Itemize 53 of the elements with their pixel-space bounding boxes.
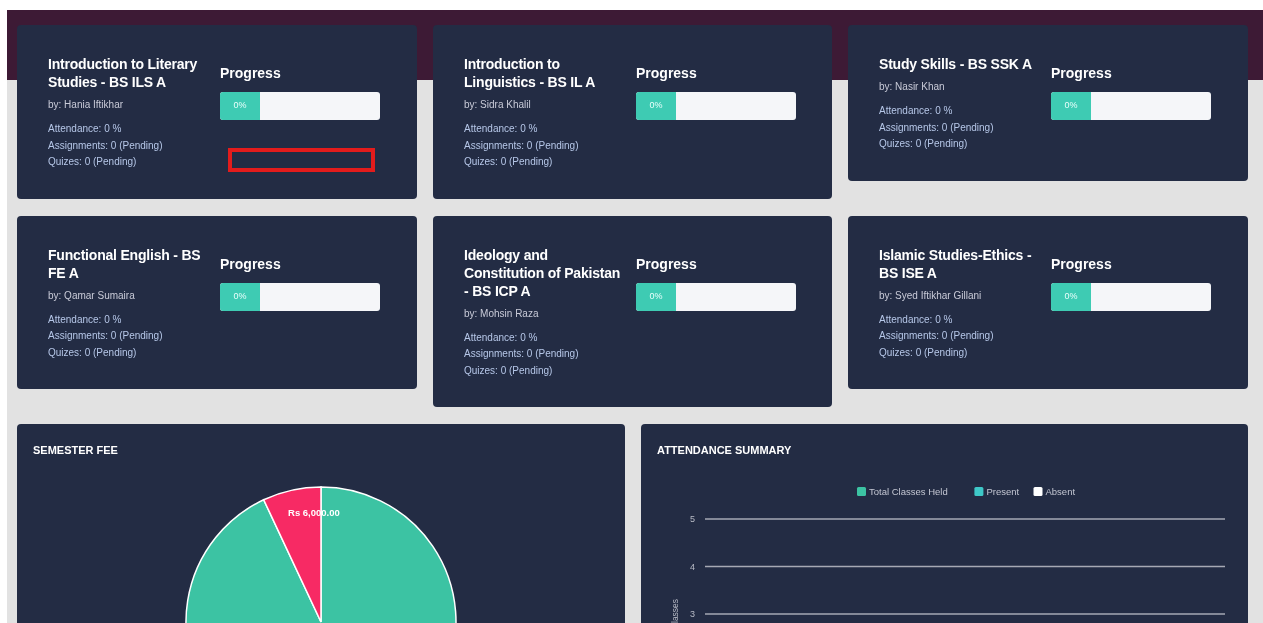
progress-label: Progress	[636, 254, 698, 274]
quizzes-text: Quizes: 0 (Pending)	[464, 155, 554, 169]
y-tick-label: 5	[690, 513, 695, 524]
teacher-name: by: Qamar Sumaira	[48, 288, 136, 303]
assignments-text: Assignments: 0 (Pending)	[48, 329, 164, 343]
attendance-text: Attendance: 0 %	[879, 104, 954, 118]
course-title: Functional English - BS FE A	[48, 245, 202, 282]
legend-label: Present	[986, 485, 1020, 497]
course-title: Islamic Studies-Ethics - BS ISE A	[879, 245, 1033, 282]
assignments-text: Assignments: 0 (Pending)	[48, 138, 164, 153]
assignments-text: Assignments: 0 (Pending)	[879, 329, 995, 343]
assignments-text: Assignments: 0 (Pending)	[879, 120, 995, 135]
quizzes-text: Quizes: 0 (Pending)	[48, 345, 138, 360]
assignments-text: Assignments: 0 (Pending)	[464, 347, 580, 361]
progress-fill: 0%	[1051, 282, 1091, 311]
progress-fill: 0%	[1051, 92, 1091, 120]
legend-item[interactable]: Present	[974, 485, 1020, 497]
progress-label: Progress	[636, 64, 698, 83]
panel-title: SEMESTER FEE	[33, 443, 119, 458]
progress-fill: 0%	[220, 92, 260, 120]
quizzes-text: Quizes: 0 (Pending)	[879, 345, 969, 360]
quizzes-text: Quizes: 0 (Pending)	[879, 137, 969, 151]
legend-item[interactable]: Absent	[1033, 485, 1076, 497]
quizzes-text: Quizes: 0 (Pending)	[48, 155, 138, 169]
teacher-name: by: Hania Iftikhar	[48, 98, 125, 112]
course-title: Study Skills - BS SSK A	[879, 55, 1033, 73]
progress-label: Progress	[220, 64, 282, 83]
progress-label: Progress	[1051, 254, 1113, 274]
teacher-name: by: Nasir Khan	[879, 80, 946, 94]
course-title: Introduction to Literary Studies - BS ILS A	[48, 55, 199, 91]
y-tick-label: 3	[690, 608, 695, 619]
attendance-text: Attendance: 0 %	[464, 122, 539, 136]
attendance-text: Attendance: 0 %	[48, 312, 123, 327]
progress-fill: 0%	[636, 282, 676, 311]
panel-title: ATTENDANCE SUMMARY	[657, 443, 793, 458]
legend-label: Absent	[1045, 485, 1076, 497]
progress-label: Progress	[220, 254, 282, 274]
y-axis-label: lasses	[670, 598, 680, 623]
progress-label: Progress	[1051, 64, 1113, 83]
course-title: Introduction to Linguistics - BS IL A	[464, 55, 597, 91]
assignments-text: Assignments: 0 (Pending)	[464, 138, 580, 153]
attendance-text: Attendance: 0 %	[48, 122, 123, 136]
progress-fill: 0%	[220, 282, 260, 311]
attendance-text: Attendance: 0 %	[879, 312, 954, 327]
quizzes-text: Quizes: 0 (Pending)	[464, 363, 554, 378]
legend-item[interactable]: Total Classes Held	[857, 485, 948, 497]
teacher-name: by: Syed Iftikhar Gillani	[879, 288, 983, 303]
course-title: Ideology and Constitution of Pakistan - BS ICP A	[464, 245, 622, 300]
teacher-name: by: Sidra Khalil	[464, 98, 532, 112]
attendance-text: Attendance: 0 %	[464, 330, 539, 345]
teacher-name: by: Mohsin Raza	[464, 306, 540, 321]
y-tick-label: 4	[690, 561, 695, 571]
progress-fill: 0%	[636, 92, 676, 120]
